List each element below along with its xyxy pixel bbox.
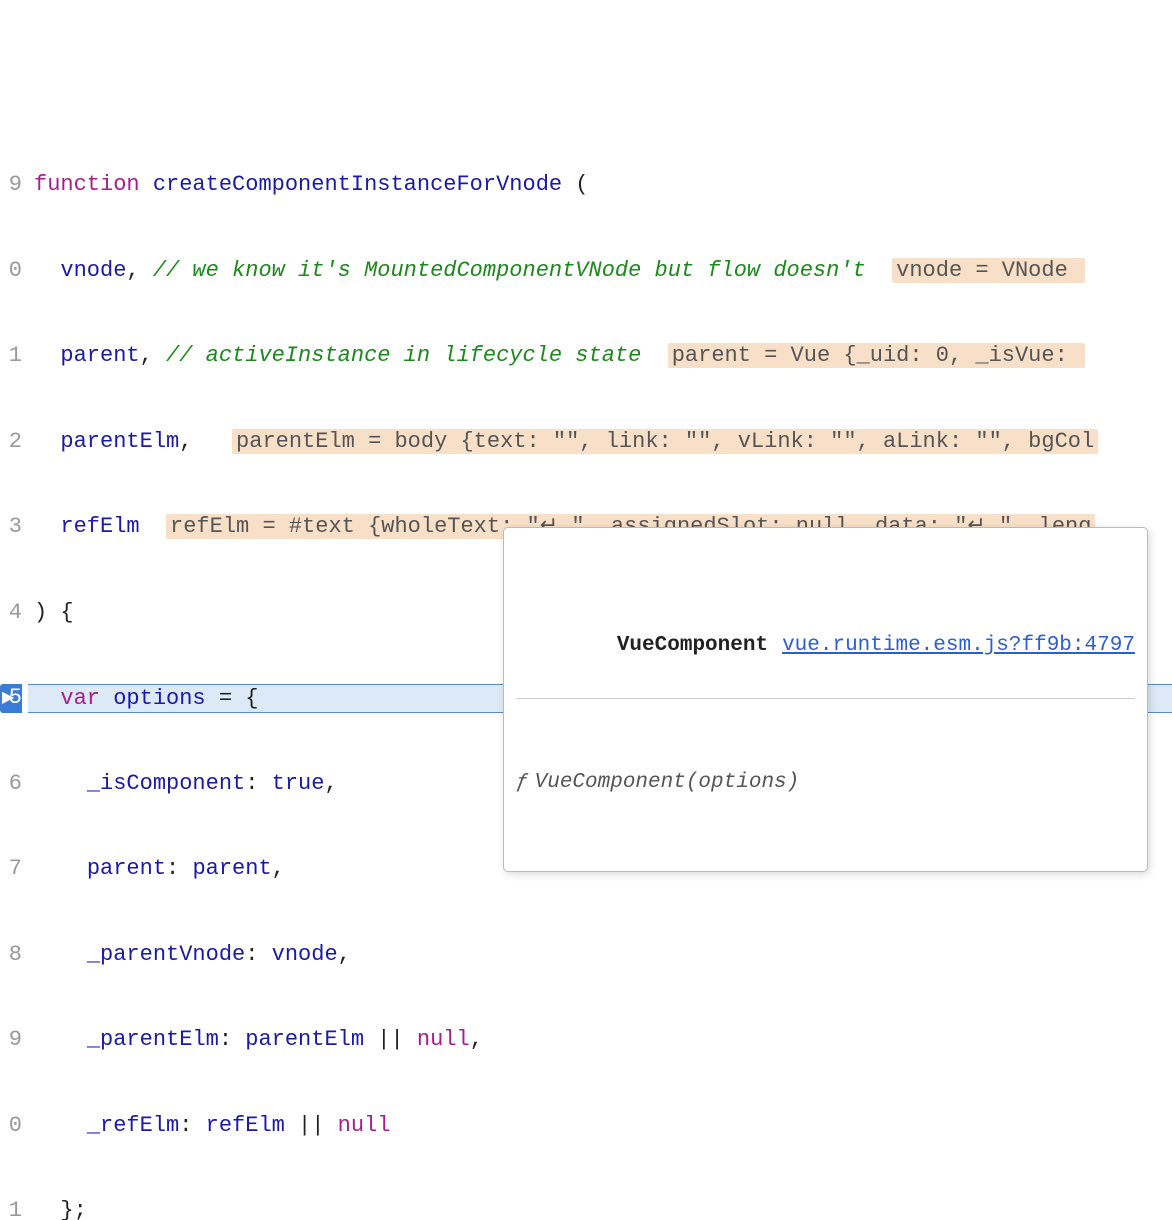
hover-tooltip: VueComponent vue.runtime.esm.js?ff9b:4797… <box>503 527 1148 872</box>
code-editor: 9 0 1 2 3 4 ▶5 6 7 8 9 0 1 2 3 4 5 6 7 ▶… <box>0 114 1172 724</box>
function-icon: ƒ <box>516 771 529 794</box>
line-number: 1 <box>0 342 22 371</box>
line-number: 6 <box>0 770 22 799</box>
code-line[interactable]: function createComponentInstanceForVnode… <box>28 171 1172 200</box>
code-line[interactable]: }; <box>28 1197 1172 1220</box>
line-number: 1 <box>0 1197 22 1220</box>
tooltip-source-link[interactable]: vue.runtime.esm.js?ff9b:4797 <box>782 634 1135 657</box>
line-number: 7 <box>0 855 22 884</box>
code-line[interactable]: _refElm: refElm || null <box>28 1112 1172 1141</box>
line-number: 4 <box>0 599 22 628</box>
code-line[interactable]: _parentElm: parentElm || null, <box>28 1026 1172 1055</box>
code-line[interactable]: _parentVnode: vnode, <box>28 941 1172 970</box>
execution-arrow-icon: ▶ <box>2 684 14 713</box>
line-number: 3 <box>0 513 22 542</box>
line-number-gutter: 9 0 1 2 3 4 ▶5 6 7 8 9 0 1 2 3 4 5 6 7 ▶… <box>0 114 28 724</box>
code-line[interactable]: vnode, // we know it's MountedComponentV… <box>28 257 1172 286</box>
line-number: 9 <box>0 1026 22 1055</box>
current-line-marker: ▶5 <box>0 684 22 713</box>
line-number: 9 <box>0 171 22 200</box>
code-line[interactable]: parentElm, parentElm = body {text: "", l… <box>28 428 1172 457</box>
line-number: 2 <box>0 428 22 457</box>
inline-value-hint: parent = Vue {_uid: 0, _isVue: <box>668 343 1085 368</box>
inline-value-hint: parentElm = body {text: "", link: "", vL… <box>232 429 1098 454</box>
code-area[interactable]: function createComponentInstanceForVnode… <box>28 114 1172 724</box>
inline-value-hint: vnode = VNode <box>892 258 1085 283</box>
line-number: 8 <box>0 941 22 970</box>
tooltip-title: VueComponent <box>617 634 768 657</box>
line-number: 0 <box>0 257 22 286</box>
tooltip-signature: VueComponent(options) <box>535 771 800 794</box>
line-number: 0 <box>0 1112 22 1141</box>
code-line[interactable]: parent, // activeInstance in lifecycle s… <box>28 342 1172 371</box>
